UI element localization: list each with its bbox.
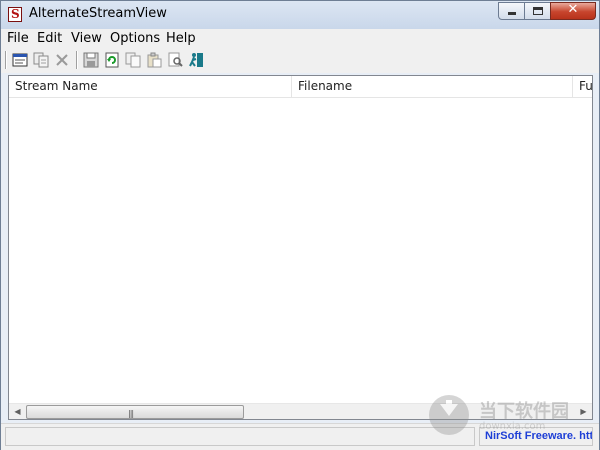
close-button[interactable]: ✕ <box>550 2 596 20</box>
delete-icon[interactable] <box>54 52 70 68</box>
copy-icon[interactable] <box>125 52 141 68</box>
title-bar[interactable]: AlternateStreamView ✕ <box>1 1 599 29</box>
toolbar <box>1 48 599 73</box>
scrollbar-thumb[interactable]: ||| <box>26 405 244 419</box>
minimize-button[interactable] <box>498 2 525 20</box>
watermark-subtext: downxia.com <box>479 421 546 432</box>
status-panel-left <box>5 427 475 446</box>
grip-icon: ||| <box>128 409 134 418</box>
find-icon[interactable] <box>167 52 183 68</box>
copy-stream-icon[interactable] <box>33 52 49 68</box>
app-window: AlternateStreamView ✕ File Edit View Opt… <box>0 0 600 450</box>
app-icon <box>8 7 22 22</box>
scroll-left-arrow-icon[interactable]: ◀ <box>9 404 26 419</box>
refresh-icon[interactable] <box>104 52 120 68</box>
watermark-text: 当下软件园 <box>479 401 569 422</box>
menu-help[interactable]: Help <box>166 31 196 46</box>
column-header-full-path[interactable]: Ful <box>573 76 592 97</box>
column-header-filename[interactable]: Filename <box>292 76 573 97</box>
exit-icon[interactable] <box>188 52 204 68</box>
paste-icon[interactable] <box>146 52 162 68</box>
download-icon <box>429 395 469 435</box>
stream-list-view[interactable]: Stream Name Filename Ful ◀ ||| ▶ <box>8 75 593 420</box>
maximize-button[interactable] <box>524 2 551 20</box>
column-header-stream-name[interactable]: Stream Name <box>9 76 292 97</box>
menu-bar: File Edit View Options Help <box>1 29 599 49</box>
menu-edit[interactable]: Edit <box>37 31 62 46</box>
list-header: Stream Name Filename Ful <box>9 76 592 98</box>
list-body[interactable] <box>9 98 592 403</box>
toolbar-separator <box>5 51 7 69</box>
minimize-icon <box>508 12 516 15</box>
toolbar-separator <box>76 51 78 69</box>
menu-view[interactable]: View <box>71 31 102 46</box>
watermark: 当下软件园 downxia.com <box>429 395 599 439</box>
save-icon[interactable] <box>83 52 99 68</box>
window-title: AlternateStreamView <box>29 6 167 21</box>
menu-options[interactable]: Options <box>110 31 160 46</box>
maximize-icon <box>533 7 543 15</box>
close-icon: ✕ <box>567 2 579 17</box>
menu-file[interactable]: File <box>7 31 29 46</box>
properties-icon[interactable] <box>12 52 28 68</box>
